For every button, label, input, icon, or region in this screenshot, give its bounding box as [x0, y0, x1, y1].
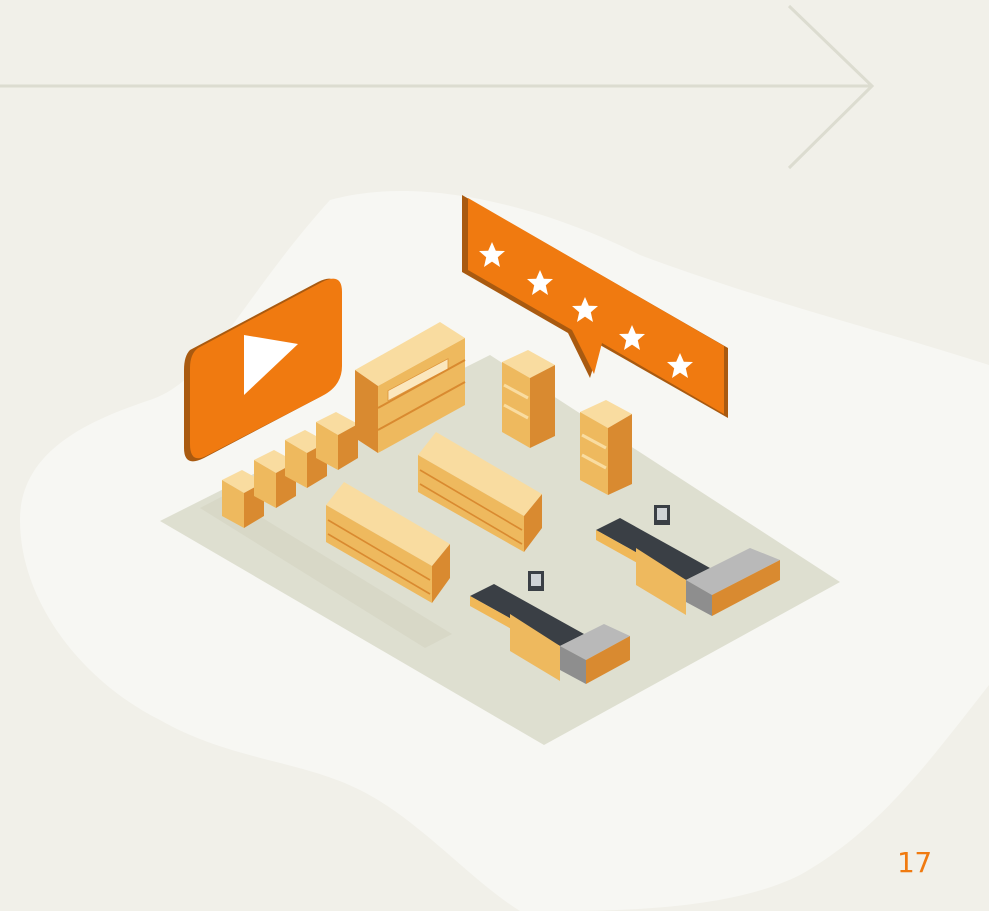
store-illustration — [0, 4, 989, 911]
page-number: 17 — [897, 846, 932, 879]
display-tower — [580, 400, 632, 495]
display-tower — [502, 350, 555, 448]
arrow-decoration — [0, 4, 875, 170]
